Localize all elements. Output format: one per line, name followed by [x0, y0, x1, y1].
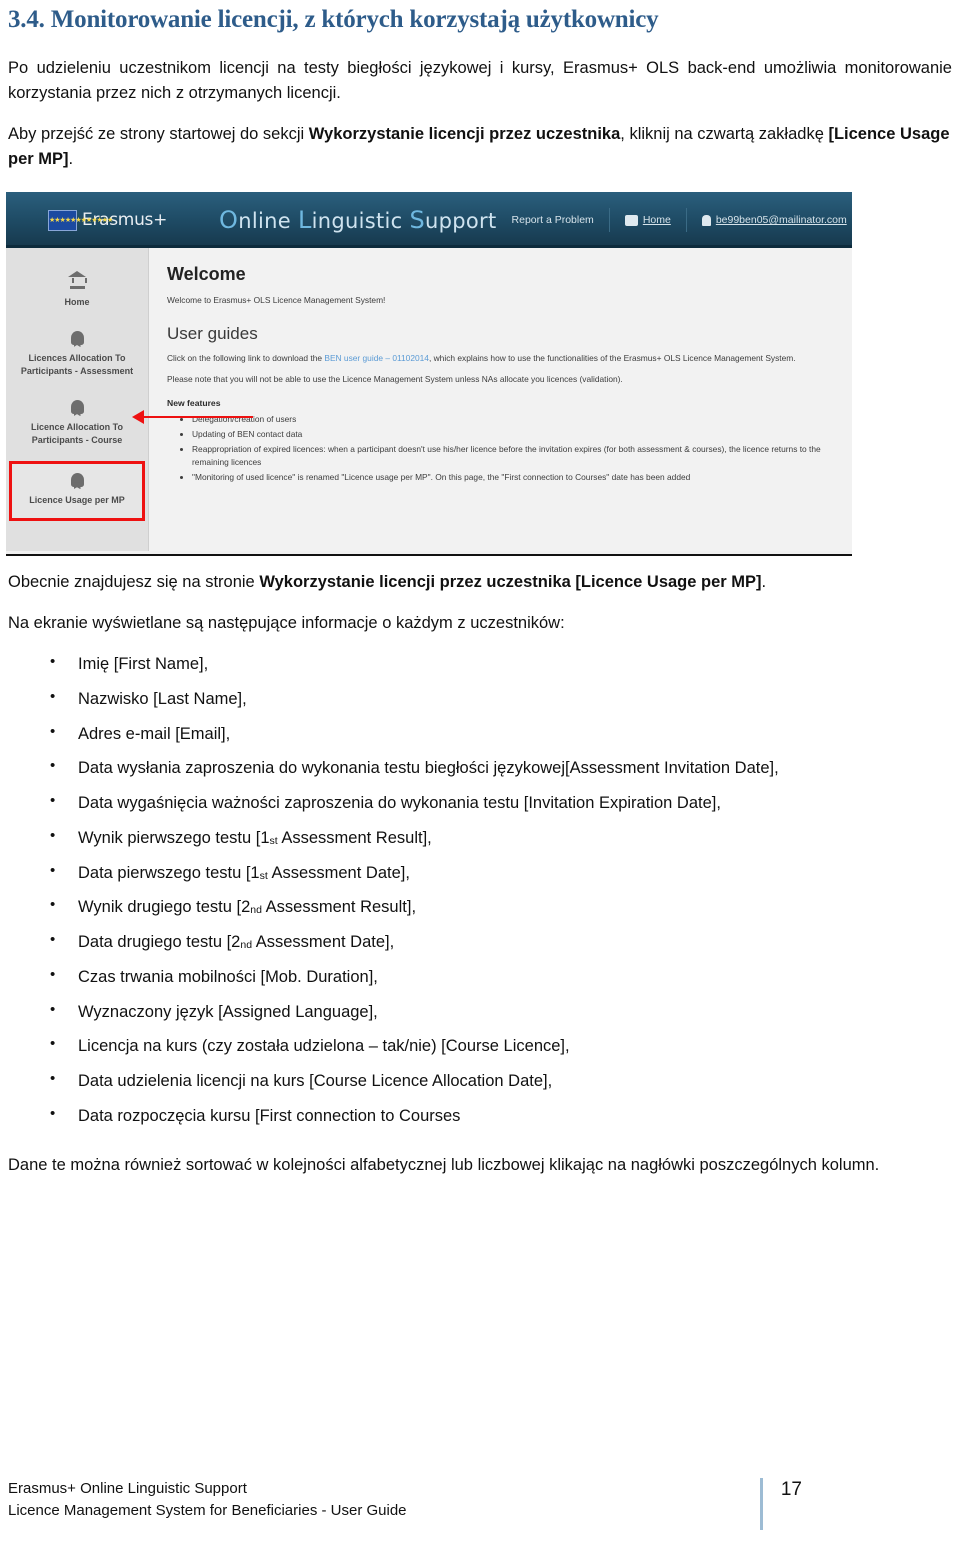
home-link-label: Home	[642, 214, 671, 227]
home-link[interactable]: Home	[610, 208, 687, 233]
ordinal-suffix: nd	[250, 904, 262, 917]
list-item: Imię [First Name],	[6, 651, 954, 677]
list-item: Adres e-mail [Email],	[6, 721, 954, 747]
list-item: Data drugiego testu [2nd Assessment Date…	[6, 929, 954, 955]
footer-line-1: Erasmus+ Online Linguistic Support	[8, 1480, 247, 1497]
report-problem-label: Report a Problem	[511, 214, 594, 227]
sidebar-item-label: Licence Usage per MP	[29, 495, 125, 506]
current-page-paragraph: Obecnie znajdujesz się na stronie Wykorz…	[6, 570, 954, 595]
list-item: Updating of BEN contact data	[192, 428, 852, 441]
badge-icon	[70, 400, 84, 415]
ben-user-guide-link[interactable]: BEN user guide – 01102014	[324, 353, 429, 363]
list-item: Licencja na kurs (czy została udzielona …	[6, 1033, 954, 1059]
item-text-pre: Wynik drugiego testu [2	[78, 898, 251, 917]
app-body: Home Licences Allocation To Participants…	[6, 248, 852, 552]
sidebar-item-home[interactable]: Home	[6, 262, 148, 321]
new-features-list: Delegation/creation of users Updating of…	[167, 413, 852, 484]
list-item: Wyznaczony język [Assigned Language],	[6, 999, 954, 1025]
embedded-app-screenshot: ★★★★★★★★★★★★ Erasmus+ Online Linguistic …	[6, 192, 852, 557]
page-number: 17	[780, 1479, 802, 1500]
ordinal-suffix: nd	[240, 939, 253, 952]
app-sidebar: Home Licences Allocation To Participants…	[6, 248, 149, 552]
list-item: Nazwisko [Last Name],	[6, 686, 954, 712]
page-title: 3.4. Monitorowanie licencji, z których k…	[8, 6, 659, 33]
app-main-content: Welcome Welcome to Erasmus+ OLS Licence …	[149, 248, 852, 552]
new-features-heading: New features	[167, 397, 221, 408]
participant-info-list: Imię [First Name], Nazwisko [Last Name],…	[6, 651, 954, 1129]
guides-text-post: , which explains how to use the function…	[428, 352, 796, 363]
app-title: Online Linguistic Support	[219, 206, 497, 235]
user-guides-heading: User guides	[167, 323, 258, 343]
eu-flag-icon: ★★★★★★★★★★★★	[48, 209, 113, 231]
page-footer: Erasmus+ Online Linguistic Support Licenc…	[6, 1478, 954, 1530]
sidebar-item-label: Licences Allocation To Participants - As…	[20, 353, 134, 377]
list-item: Data rozpoczęcia kursu [First connection…	[6, 1103, 954, 1129]
document-page: 3.4. Monitorowanie licencji, z których k…	[0, 6, 960, 1548]
navigate-text-pre: Aby przejść ze strony startowej do sekcj…	[8, 124, 309, 143]
welcome-heading: Welcome	[167, 264, 246, 285]
list-item: Data pierwszego testu [1st Assessment Da…	[6, 860, 954, 886]
user-account-link[interactable]: be99ben05@mailinator.com	[687, 208, 852, 232]
ordinal-suffix: st	[269, 834, 278, 847]
user-guides-text: Click on the following link to download …	[167, 352, 852, 365]
sidebar-item-licences-allocation-assessment[interactable]: Licences Allocation To Participants - As…	[6, 321, 148, 390]
list-item: Delegation/creation of users	[192, 413, 852, 426]
item-text-pre: Data drugiego testu [2	[78, 933, 241, 952]
annotation-arrow-icon	[132, 410, 253, 425]
list-item: Reappropriation of expired licences: whe…	[192, 443, 852, 469]
list-item: Data udzielenia licencji na kurs [Course…	[6, 1068, 954, 1094]
sidebar-item-label: Licence Allocation To Participants - Cou…	[30, 422, 123, 446]
item-text-post: Assessment Result],	[261, 898, 417, 917]
badge-icon	[70, 473, 84, 488]
home-icon	[67, 271, 87, 290]
badge-icon	[70, 331, 84, 346]
welcome-text: Welcome to Erasmus+ OLS Licence Manageme…	[167, 295, 386, 306]
item-text-post: Assessment Date],	[252, 933, 395, 952]
item-text-pre: Data pierwszego testu [1	[78, 863, 260, 882]
ordinal-suffix: st	[259, 869, 268, 882]
guides-text-pre: Click on the following link to download …	[167, 352, 325, 363]
sidebar-item-label: Home	[64, 297, 90, 308]
intro-paragraph: Po udzieleniu uczestnikom licencji na te…	[8, 58, 952, 102]
current-section-name: Wykorzystanie licencji przez uczestnika …	[259, 573, 762, 592]
app-topbar: ★★★★★★★★★★★★ Erasmus+ Online Linguistic …	[6, 192, 852, 249]
list-item: "Monitoring of used licence" is renamed …	[192, 471, 852, 484]
current-text-pre: Obecnie znajdujesz się na stronie	[8, 573, 260, 592]
list-item: Czas trwania mobilności [Mob. Duration],	[6, 964, 954, 990]
report-problem-link[interactable]: Report a Problem	[497, 208, 610, 233]
navigate-section-name: Wykorzystanie licencji przez uczestnika	[308, 124, 621, 143]
navigate-text-end: .	[68, 149, 74, 168]
footer-divider	[759, 1478, 763, 1530]
navigate-text-mid: , kliknij na czwartą zakładkę	[620, 124, 829, 143]
user-icon	[701, 214, 711, 226]
item-text-post: Assessment Date],	[267, 863, 410, 882]
navigate-paragraph: Aby przejść ze strony startowej do sekcj…	[6, 122, 954, 172]
footer-line-2: Licence Management System for Beneficiar…	[8, 1501, 407, 1519]
item-text-post: Assessment Result],	[277, 828, 432, 847]
sidebar-item-licence-allocation-course[interactable]: Licence Allocation To Participants - Cou…	[6, 390, 148, 459]
current-text-end: .	[761, 573, 767, 592]
closing-paragraph: Dane te można również sortować w kolejno…	[8, 1155, 880, 1174]
topbar-links: Report a Problem Home be99ben05@mailinat…	[497, 202, 852, 238]
list-item: Wynik pierwszego testu [1st Assessment R…	[6, 825, 954, 851]
validation-note: Please note that you will not be able to…	[167, 374, 623, 385]
sidebar-item-licence-usage-per-mp[interactable]: Licence Usage per MP	[9, 461, 145, 522]
footer-page-number-group: 17	[759, 1478, 954, 1530]
user-email-label: be99ben05@mailinator.com	[715, 214, 847, 227]
list-lead-paragraph: Na ekranie wyświetlane są następujące in…	[8, 614, 565, 633]
list-item: Data wysłania zaproszenia do wykonania t…	[6, 755, 954, 781]
list-item: Wynik drugiego testu [2nd Assessment Res…	[6, 894, 954, 920]
footer-document-title: Erasmus+ Online Linguistic Support Licenc…	[6, 1478, 407, 1522]
home-icon	[624, 214, 638, 226]
list-item: Data wygaśnięcia ważności zaproszenia do…	[6, 790, 954, 816]
item-text-pre: Wynik pierwszego testu [1	[78, 828, 270, 847]
